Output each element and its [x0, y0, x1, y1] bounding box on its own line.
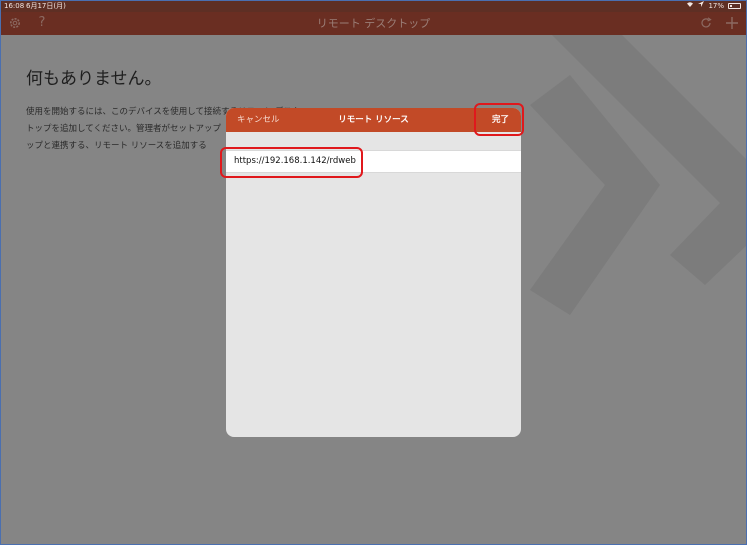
wifi-icon: [686, 0, 694, 12]
battery-level: [730, 5, 732, 7]
battery-percent: 17%: [708, 2, 724, 10]
help-icon[interactable]: ?: [34, 15, 50, 31]
status-bar: 16:08 6月17日(月) 17%: [0, 0, 747, 12]
status-date: 6月17日(月): [26, 2, 66, 10]
location-icon: [698, 0, 705, 12]
battery-icon: [728, 3, 741, 9]
done-button-highlight: [474, 103, 524, 136]
nav-bar: リモート デスクトップ ?: [0, 12, 747, 35]
nav-title: リモート デスクトップ: [316, 17, 431, 30]
url-input-highlight: [220, 147, 363, 178]
status-right: 17%: [686, 0, 741, 12]
plus-icon[interactable]: [724, 15, 740, 31]
status-time: 16:08: [4, 2, 25, 10]
refresh-icon[interactable]: [698, 15, 714, 31]
empty-state-heading: 何もありません。: [26, 69, 162, 89]
gear-icon[interactable]: [7, 15, 23, 31]
